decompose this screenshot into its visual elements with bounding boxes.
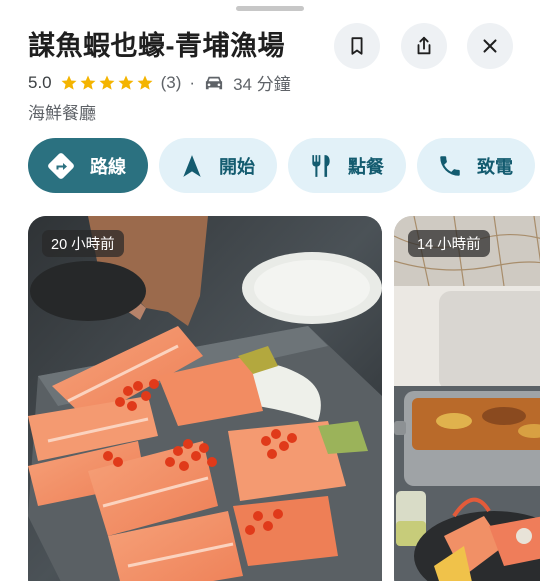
- rating-row[interactable]: 5.0 (3) · 34 分鐘: [28, 70, 291, 95]
- place-sheet: 謀魚蝦也蠔-青埔漁場 5.0 (3) · 34 分鐘 海鮮餐廳 路線 開始 點餐…: [0, 0, 540, 581]
- start-button[interactable]: 開始: [159, 138, 277, 193]
- star-icon: [80, 75, 96, 90]
- star-icon: [118, 75, 134, 90]
- separator-dot: ·: [189, 72, 196, 92]
- directions-icon: [48, 152, 74, 179]
- star-rating: [60, 74, 154, 92]
- start-label: 開始: [219, 156, 255, 177]
- save-button[interactable]: [334, 23, 380, 69]
- order-label: 點餐: [348, 156, 384, 177]
- photo-card[interactable]: 20 小時前: [28, 216, 382, 581]
- photo-time-badge: 20 小時前: [42, 230, 124, 257]
- phone-icon: [440, 155, 460, 176]
- photo-time-badge: 14 小時前: [408, 230, 490, 257]
- star-icon: [61, 75, 77, 90]
- drag-handle[interactable]: [236, 6, 304, 11]
- directions-button[interactable]: 路線: [28, 138, 148, 193]
- rating-value: 5.0: [28, 72, 52, 92]
- car-icon: [205, 76, 223, 89]
- close-icon: [483, 39, 497, 53]
- salmon-photo: [28, 216, 382, 581]
- photo-card[interactable]: 14 小時前: [394, 216, 540, 581]
- order-button[interactable]: 點餐: [288, 138, 406, 193]
- directions-label: 路線: [90, 156, 126, 177]
- hotpot-photo: [394, 216, 540, 581]
- action-chips: 路線 開始 點餐 致電: [28, 138, 535, 193]
- close-button[interactable]: [467, 23, 513, 69]
- bookmark-icon: [351, 37, 363, 55]
- place-title: 謀魚蝦也蠔-青埔漁場: [28, 31, 285, 61]
- place-category: 海鮮餐廳: [28, 104, 96, 123]
- star-icon: [99, 75, 115, 90]
- share-button[interactable]: [401, 23, 447, 69]
- restaurant-icon: [312, 154, 330, 177]
- drive-time: 34 分鐘: [233, 75, 291, 94]
- call-label: 致電: [477, 156, 513, 177]
- star-icon: [137, 75, 153, 90]
- navigation-arrow-icon: [183, 154, 201, 177]
- call-button[interactable]: 致電: [417, 138, 535, 193]
- share-icon: [417, 36, 431, 55]
- review-count: (3): [160, 72, 182, 92]
